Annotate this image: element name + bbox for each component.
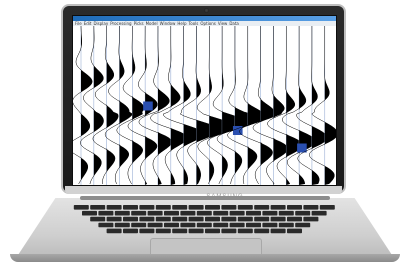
keyboard-key: [139, 216, 155, 222]
keyboard-key: [90, 216, 106, 222]
keyboard-key: [262, 222, 278, 228]
keyboard-key: [205, 216, 220, 222]
keyboard-key: [295, 210, 311, 216]
trace-wiggle: [252, 26, 289, 185]
keyboard-key: [155, 205, 171, 210]
keyboard-key: [172, 228, 188, 234]
keyboard-key: [106, 216, 122, 222]
bezel-bottom: [65, 186, 342, 194]
keyboard-key: [237, 205, 253, 210]
trace-wiggle: [179, 26, 220, 185]
hinge: [80, 196, 330, 200]
keyboard-key: [213, 222, 229, 228]
keyboard-key: [164, 210, 179, 216]
keyboard-key: [278, 210, 294, 216]
keyboard-key: [213, 210, 229, 216]
trace-fill: [81, 26, 93, 185]
keyboard-key: [196, 210, 212, 216]
keyboard-key: [155, 228, 171, 234]
keyboard-key: [221, 216, 237, 222]
keyboard-key: [188, 216, 204, 222]
keyboard-key: [303, 216, 319, 222]
keyboard-key: [114, 210, 130, 216]
keyboard-key: [270, 205, 286, 210]
trace-wiggle: [239, 26, 278, 185]
keyboard-key: [221, 228, 237, 234]
trace-wiggle: [196, 26, 234, 185]
keyboard-key: [287, 216, 302, 222]
keyboard-key: [106, 228, 122, 234]
keyboard-key: [229, 210, 245, 216]
keyboard-key: [123, 228, 138, 234]
keyboard-key: [270, 228, 286, 234]
keyboard-key: [131, 210, 147, 216]
trace-fill: [222, 26, 247, 185]
keyboard-key: [82, 210, 97, 216]
keyboard-key: [139, 205, 155, 210]
keyboard-key: [254, 216, 270, 222]
keyboard-key: [229, 222, 245, 228]
keyboard-key: [180, 210, 196, 216]
front-edge: [10, 254, 400, 262]
keyboard-key: [246, 222, 261, 228]
keyboard-key: [196, 222, 212, 228]
trace-fill: [183, 26, 204, 185]
keyboard-key: [188, 205, 204, 210]
screen: File Edit Display Processing Picks Model…: [72, 15, 337, 186]
keyboard-key: [295, 222, 311, 228]
trace-wiggle: [309, 26, 336, 185]
keyboard-key: [131, 222, 147, 228]
trace-fill: [119, 26, 133, 185]
trace-fill: [273, 26, 288, 185]
keyboard-key: [172, 216, 188, 222]
keyboard: [73, 205, 335, 234]
keyboard-key: [147, 210, 163, 216]
keyboard-key: [246, 210, 261, 216]
trace-fill: [106, 26, 119, 185]
laptop: File Edit Display Processing Picks Model…: [0, 0, 410, 267]
keyboard-key: [237, 228, 253, 234]
keyboard-key: [205, 205, 220, 210]
trace-wiggle: [162, 26, 204, 185]
highlighted-pick: [143, 101, 153, 111]
keyboard-key: [164, 222, 179, 228]
keyboard-key: [311, 210, 327, 216]
keyboard-key: [90, 205, 106, 210]
webcam-icon: [204, 8, 209, 13]
keyboard-key: [155, 216, 171, 222]
keyboard-key: [123, 205, 138, 210]
trace-fill: [93, 26, 104, 185]
keyboard-key: [114, 222, 130, 228]
trace-fill: [299, 26, 316, 185]
keyboard-key: [278, 222, 294, 228]
keyboard-key: [237, 216, 253, 222]
keyboard-key: [188, 228, 204, 234]
keyboard-key: [73, 205, 89, 210]
trace-wiggle: [267, 26, 303, 185]
keyboard-key: [254, 228, 270, 234]
keyboard-key: [98, 210, 114, 216]
keyboard-key: [287, 228, 302, 234]
keyboard-key: [262, 210, 278, 216]
keyboard-key: [221, 205, 237, 210]
trace-fill: [196, 26, 219, 185]
keyboard-key: [147, 222, 163, 228]
keyboard-key: [98, 222, 114, 228]
keyboard-key: [139, 228, 155, 234]
keyboard-key: [205, 228, 220, 234]
keyboard-key: [319, 205, 335, 210]
trace-fill: [324, 26, 336, 185]
keyboard-key: [254, 205, 270, 210]
seismic-trace-plot[interactable]: [73, 26, 336, 185]
keyboard-key: [180, 222, 196, 228]
keyboard-key: [172, 205, 188, 210]
trace-fill: [209, 26, 234, 185]
trace-fill: [157, 26, 172, 185]
keyboard-key: [303, 205, 319, 210]
keyboard-key: [270, 216, 286, 222]
keyboard-key: [123, 216, 138, 222]
keyboard-key: [287, 205, 302, 210]
keyboard-key: [106, 205, 122, 210]
